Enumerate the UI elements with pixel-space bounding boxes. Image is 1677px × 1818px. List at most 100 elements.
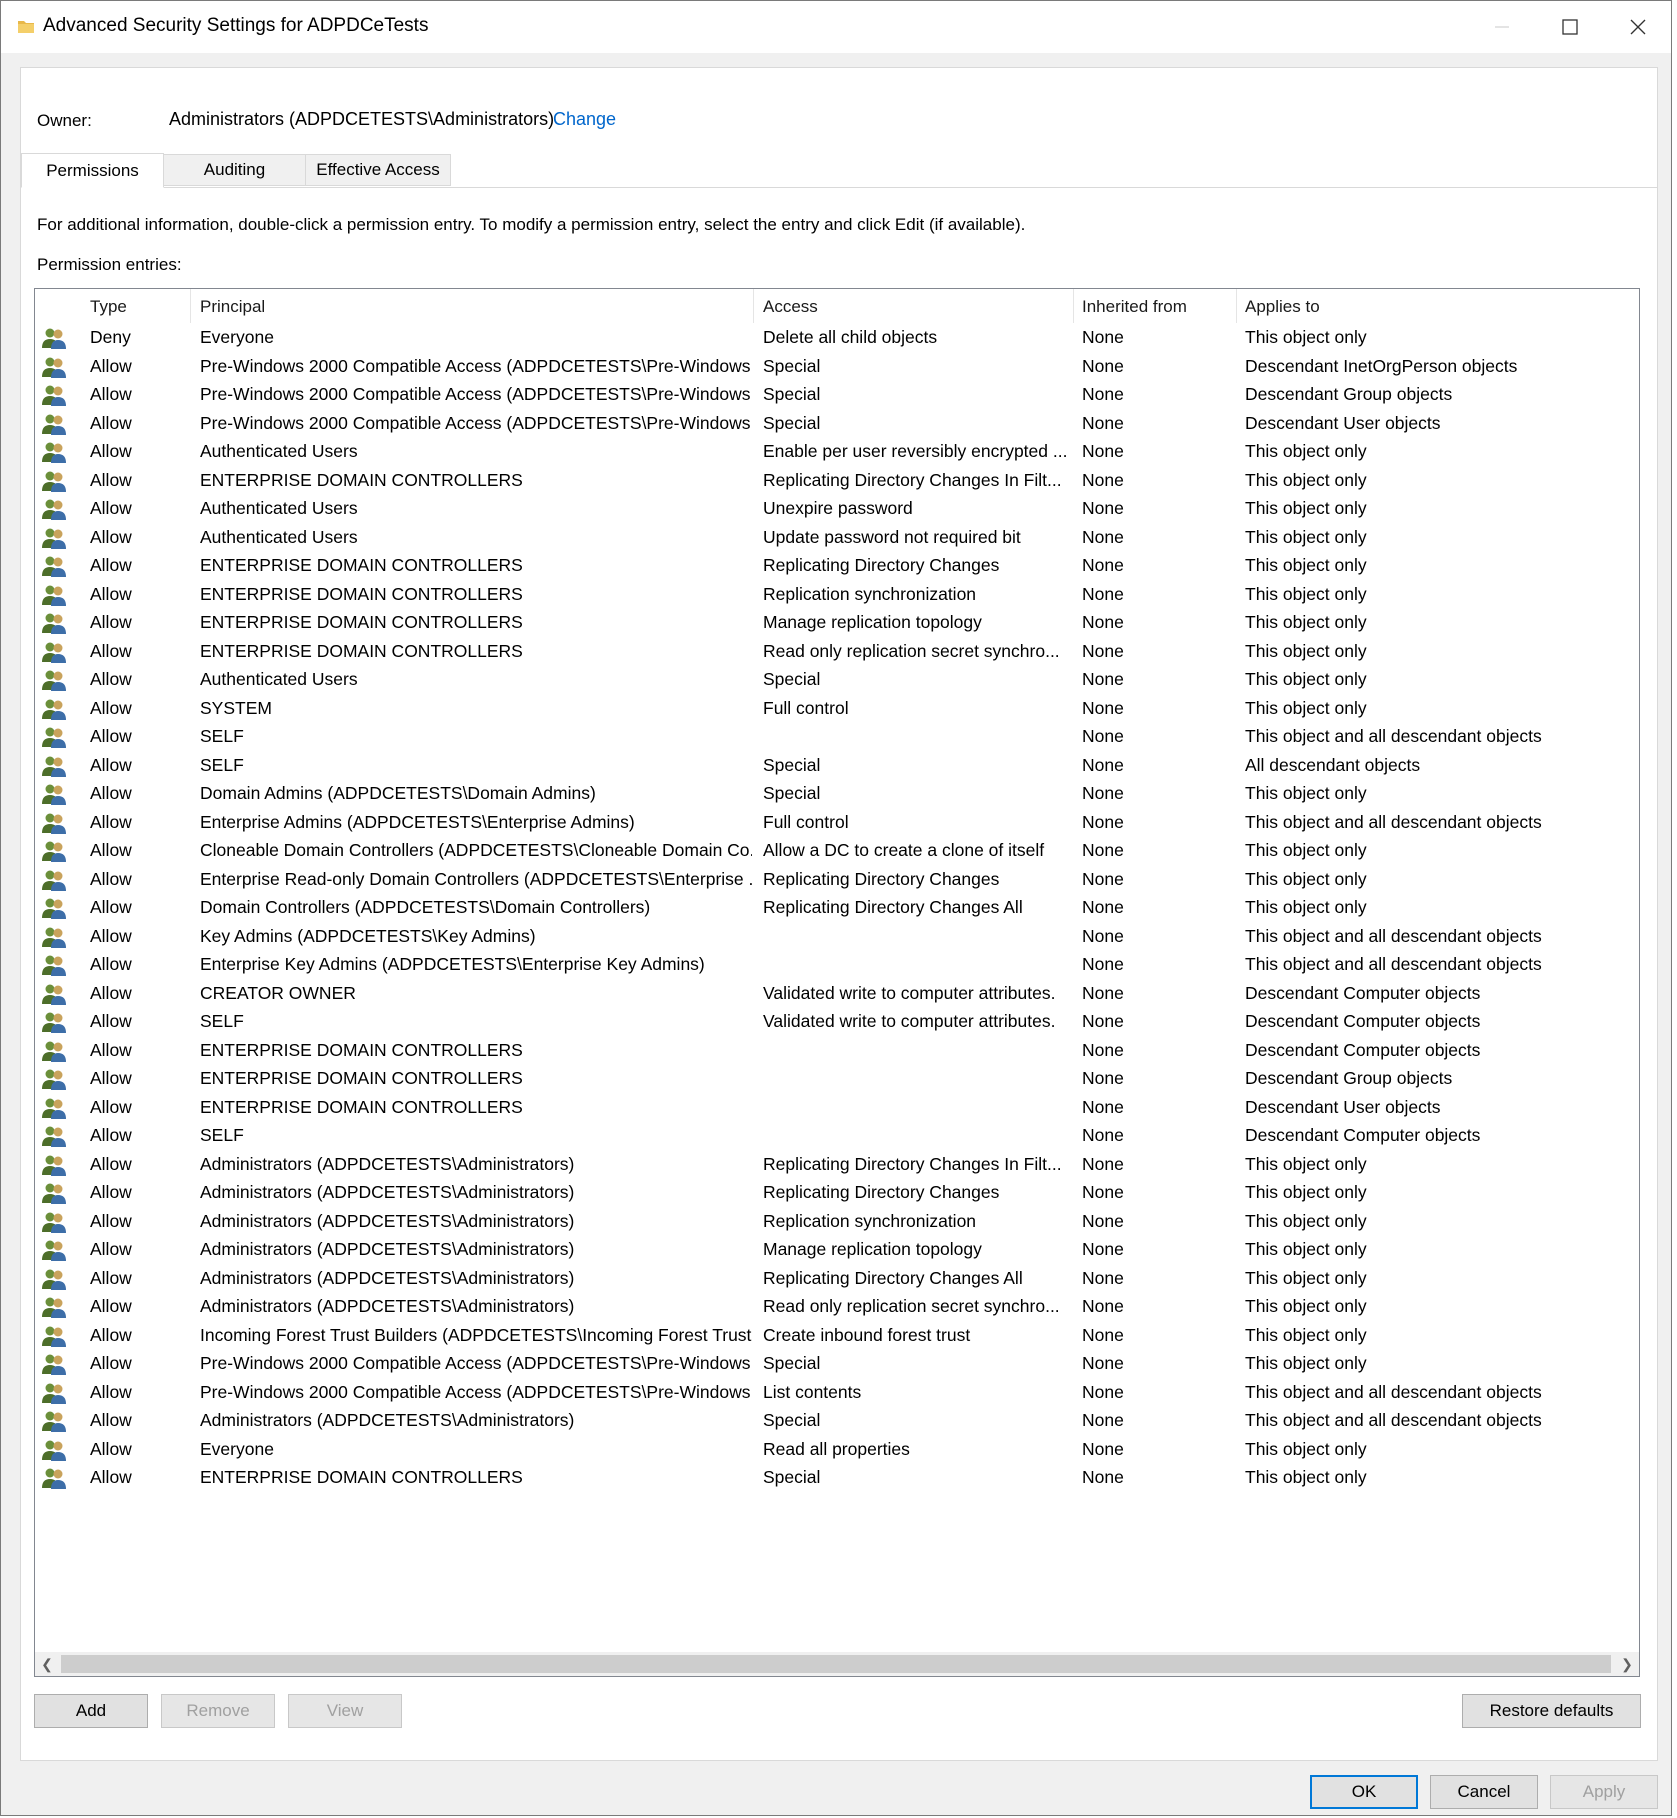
column-header-principal[interactable]: Principal bbox=[200, 297, 265, 317]
entry-applies-to: This object only bbox=[1245, 1153, 1367, 1174]
entry-inherited-from: None bbox=[1082, 1381, 1124, 1402]
column-divider[interactable] bbox=[190, 289, 191, 323]
table-row[interactable]: Allow Pre-Windows 2000 Compatible Access … bbox=[35, 1379, 1639, 1408]
title-bar[interactable]: Advanced Security Settings for ADPDCeTes… bbox=[1, 1, 1671, 53]
column-header-applies-to[interactable]: Applies to bbox=[1245, 297, 1320, 317]
entry-inherited-from: None bbox=[1082, 526, 1124, 547]
table-row[interactable]: Allow SELF Special None All descendant objec… bbox=[35, 752, 1639, 781]
table-row[interactable]: Allow Administrators (ADPDCETESTS\Adminis… bbox=[35, 1179, 1639, 1208]
table-row[interactable]: Allow ENTERPRISE DOMAIN CONTROLLERS None De… bbox=[35, 1065, 1639, 1094]
entry-applies-to: This object only bbox=[1245, 783, 1367, 803]
permission-entries-list[interactable]: Type Principal Access Inherited from App… bbox=[34, 288, 1640, 1677]
entry-principal: Enterprise Admins (ADPDCETESTS\Enterpris… bbox=[200, 811, 635, 832]
entry-inherited-from: None bbox=[1082, 1267, 1124, 1288]
column-divider[interactable] bbox=[1073, 289, 1074, 323]
entry-type: Allow bbox=[90, 811, 132, 832]
table-row[interactable]: Allow ENTERPRISE DOMAIN CONTROLLERS Read o… bbox=[35, 638, 1639, 667]
entry-type: Allow bbox=[90, 355, 132, 376]
table-row[interactable]: Allow Domain Controllers (ADPDCETESTS\Dom… bbox=[35, 894, 1639, 923]
table-row[interactable]: Allow Authenticated Users Special None This … bbox=[35, 666, 1639, 695]
entry-inherited-from: None bbox=[1082, 1324, 1124, 1345]
close-button[interactable] bbox=[1604, 1, 1672, 53]
users-icon bbox=[41, 1295, 67, 1319]
column-header-access[interactable]: Access bbox=[763, 297, 818, 317]
table-row[interactable]: Allow Enterprise Key Admins (ADPDCETESTS\… bbox=[35, 951, 1639, 980]
entry-principal: ENTERPRISE DOMAIN CONTROLLERS bbox=[200, 612, 523, 632]
column-header-inherited-from[interactable]: Inherited from bbox=[1082, 297, 1187, 317]
table-row[interactable]: Allow Enterprise Admins (ADPDCETESTS\Ente… bbox=[35, 809, 1639, 838]
entry-type: Allow bbox=[90, 897, 132, 917]
view-button[interactable]: View bbox=[288, 1694, 402, 1728]
entry-principal: Pre-Windows 2000 Compatible Access (ADPD… bbox=[200, 1353, 752, 1373]
table-row[interactable]: Allow ENTERPRISE DOMAIN CONTROLLERS Manage… bbox=[35, 609, 1639, 638]
column-divider[interactable] bbox=[753, 289, 754, 323]
entry-access: Replicating Directory Changes In Filt... bbox=[763, 469, 1062, 490]
table-row[interactable]: Allow Cloneable Domain Controllers (ADPDC… bbox=[35, 837, 1639, 866]
entry-inherited-from: None bbox=[1082, 754, 1124, 775]
table-row[interactable]: Allow SELF None This object and all descend… bbox=[35, 723, 1639, 752]
users-icon bbox=[41, 839, 67, 863]
table-row[interactable]: Allow Administrators (ADPDCETESTS\Adminis… bbox=[35, 1151, 1639, 1180]
horizontal-scrollbar[interactable]: ❮ ❯ bbox=[35, 1652, 1639, 1676]
entry-inherited-from: None bbox=[1082, 1182, 1124, 1202]
scrollbar-thumb[interactable] bbox=[61, 1655, 1611, 1673]
entry-access: Special bbox=[763, 384, 821, 404]
table-row[interactable]: Allow ENTERPRISE DOMAIN CONTROLLERS Replic… bbox=[35, 552, 1639, 581]
table-row[interactable]: Allow ENTERPRISE DOMAIN CONTROLLERS Replic… bbox=[35, 467, 1639, 496]
apply-button[interactable]: Apply bbox=[1550, 1775, 1658, 1809]
add-button[interactable]: Add bbox=[34, 1694, 148, 1728]
table-row[interactable]: Allow Authenticated Users Enable per user … bbox=[35, 438, 1639, 467]
table-row[interactable]: Allow Everyone Read all properties None This… bbox=[35, 1436, 1639, 1465]
users-icon bbox=[41, 896, 67, 920]
table-row[interactable]: Allow Pre-Windows 2000 Compatible Access … bbox=[35, 410, 1639, 439]
minimize-button[interactable] bbox=[1468, 1, 1536, 53]
tab-permissions[interactable]: Permissions bbox=[21, 153, 164, 188]
table-row[interactable]: Allow Pre-Windows 2000 Compatible Access … bbox=[35, 381, 1639, 410]
table-row[interactable]: Allow Administrators (ADPDCETESTS\Adminis… bbox=[35, 1236, 1639, 1265]
column-divider[interactable] bbox=[1236, 289, 1237, 323]
table-row[interactable]: Allow ENTERPRISE DOMAIN CONTROLLERS Specia… bbox=[35, 1464, 1639, 1493]
entry-access: Delete all child objects bbox=[763, 327, 938, 347]
tab-effective-access[interactable]: Effective Access bbox=[305, 154, 451, 186]
table-row[interactable]: Allow Authenticated Users Update password … bbox=[35, 524, 1639, 553]
entry-principal: SELF bbox=[200, 1011, 244, 1031]
table-row[interactable]: Allow Administrators (ADPDCETESTS\Adminis… bbox=[35, 1208, 1639, 1237]
ok-button[interactable]: OK bbox=[1310, 1775, 1418, 1809]
table-row[interactable]: Allow Enterprise Read-only Domain Control… bbox=[35, 866, 1639, 895]
table-row[interactable]: Allow ENTERPRISE DOMAIN CONTROLLERS None De… bbox=[35, 1094, 1639, 1123]
table-row[interactable]: Allow SELF None Descendant Computer objects bbox=[35, 1122, 1639, 1151]
entry-type: Deny bbox=[90, 327, 131, 347]
maximize-button[interactable] bbox=[1536, 1, 1604, 53]
table-row[interactable]: Allow ENTERPRISE DOMAIN CONTROLLERS Replic… bbox=[35, 581, 1639, 610]
table-row[interactable]: Allow Administrators (ADPDCETESTS\Adminis… bbox=[35, 1407, 1639, 1436]
table-row[interactable]: Allow Pre-Windows 2000 Compatible Access … bbox=[35, 1350, 1639, 1379]
restore-defaults-button[interactable]: Restore defaults bbox=[1462, 1694, 1641, 1728]
entry-access: Special bbox=[763, 1410, 821, 1430]
table-row[interactable]: Allow ENTERPRISE DOMAIN CONTROLLERS None De… bbox=[35, 1037, 1639, 1066]
table-row[interactable]: Allow Incoming Forest Trust Builders (ADP… bbox=[35, 1322, 1639, 1351]
table-row[interactable]: Allow Key Admins (ADPDCETESTS\Key Admins)… bbox=[35, 923, 1639, 952]
column-header-type[interactable]: Type bbox=[90, 297, 127, 317]
table-row[interactable]: Allow Domain Admins (ADPDCETESTS\Domain A… bbox=[35, 780, 1639, 809]
table-row[interactable]: Allow Pre-Windows 2000 Compatible Access … bbox=[35, 353, 1639, 382]
scroll-right-icon[interactable]: ❯ bbox=[1617, 1655, 1637, 1673]
table-row[interactable]: Deny Everyone Delete all child objects None… bbox=[35, 324, 1639, 353]
table-row[interactable]: Allow SELF Validated write to computer att… bbox=[35, 1008, 1639, 1037]
cancel-button[interactable]: Cancel bbox=[1430, 1775, 1538, 1809]
entry-applies-to: This object only bbox=[1245, 697, 1367, 718]
users-icon bbox=[41, 1409, 67, 1433]
table-row[interactable]: Allow Authenticated Users Unexpire passwor… bbox=[35, 495, 1639, 524]
users-icon bbox=[41, 640, 67, 664]
table-row[interactable]: Allow CREATOR OWNER Validated write to com… bbox=[35, 980, 1639, 1009]
entry-inherited-from: None bbox=[1082, 811, 1124, 832]
remove-button[interactable]: Remove bbox=[161, 1694, 275, 1728]
tab-auditing[interactable]: Auditing bbox=[163, 154, 306, 186]
change-owner-link[interactable]: Change bbox=[553, 109, 616, 130]
scroll-left-icon[interactable]: ❮ bbox=[37, 1655, 57, 1673]
entry-access: Full control bbox=[763, 811, 849, 832]
table-row[interactable]: Allow Administrators (ADPDCETESTS\Adminis… bbox=[35, 1265, 1639, 1294]
entry-principal: Administrators (ADPDCETESTS\Administrato… bbox=[200, 1410, 575, 1430]
table-row[interactable]: Allow Administrators (ADPDCETESTS\Adminis… bbox=[35, 1293, 1639, 1322]
entry-principal: Key Admins (ADPDCETESTS\Key Admins) bbox=[200, 925, 536, 946]
table-row[interactable]: Allow SYSTEM Full control None This object o… bbox=[35, 695, 1639, 724]
